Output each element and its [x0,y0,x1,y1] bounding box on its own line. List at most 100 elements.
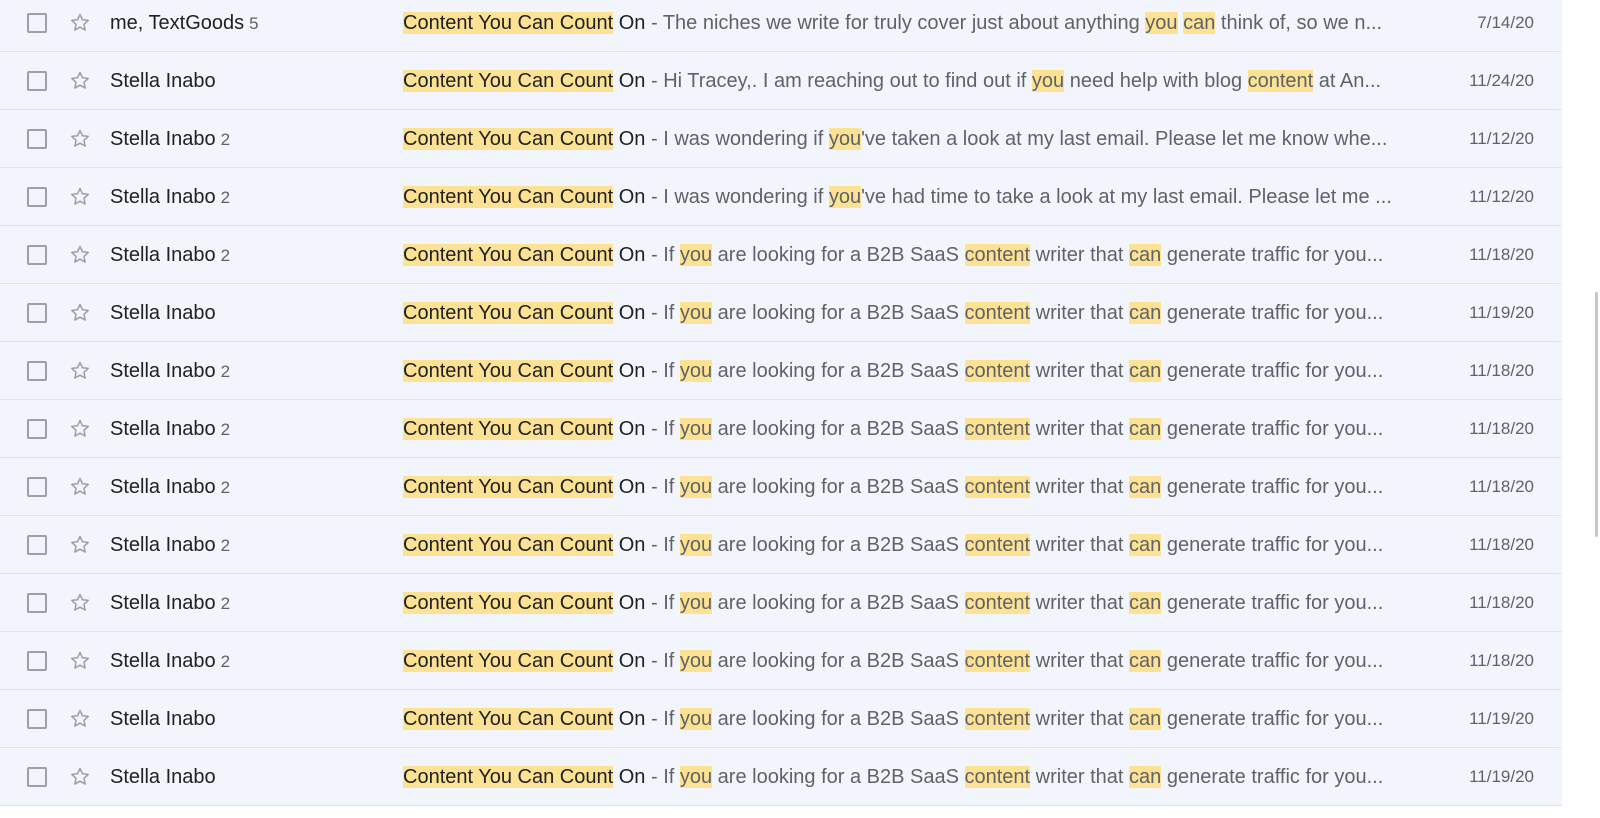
checkbox-icon[interactable] [27,534,47,555]
email-row[interactable]: Stella Inabo 2 Content You Can Count On - … [0,458,1562,516]
subject-separator: - [645,12,663,34]
snippet-text: are looking for a B2B SaaS [712,302,965,324]
snippet-text: 've taken a look at my last email. Pleas… [861,128,1388,150]
snippet-text: are looking for a B2B SaaS [712,418,965,440]
thread-count: 2 [220,130,231,149]
email-row[interactable]: Stella Inabo Content You Can Count On - H… [0,52,1562,110]
snippet-text: writer that [1030,766,1130,788]
checkbox-icon[interactable] [27,708,47,729]
star-icon[interactable] [68,243,92,267]
snippet-text: If [663,766,680,788]
snippet-text: writer that [1030,592,1130,614]
email-row[interactable]: Stella Inabo Content You Can Count On - I… [0,748,1562,806]
subject-separator: - [645,766,664,788]
sender-label: Stella Inabo [110,708,216,730]
email-row[interactable]: Stella Inabo 2 Content You Can Count On - … [0,342,1562,400]
checkbox-icon[interactable] [27,70,47,91]
star-icon[interactable] [68,533,92,557]
thread-count: 2 [220,188,231,207]
star-icon[interactable] [68,127,92,151]
star-icon[interactable] [68,591,92,615]
snippet-text: generate traffic for you... [1161,244,1384,266]
subject-text: On [613,360,646,382]
subject-text: On [613,244,646,266]
star-icon[interactable] [68,765,92,789]
email-row[interactable]: Stella Inabo 2 Content You Can Count On - … [0,226,1562,284]
checkbox-icon[interactable] [27,186,47,207]
snippet-text: writer that [1030,418,1130,440]
email-date: 11/19/20 [1469,303,1534,322]
email-content: Content You Can Count On - If you are lo… [403,458,1428,516]
snippet-highlight: you [828,128,862,150]
snippet-highlight: can [1129,592,1162,614]
star-icon[interactable] [68,11,92,35]
snippet-text: writer that [1030,650,1130,672]
snippet-text: If [663,708,680,730]
email-row[interactable]: me, TextGoods 5 Content You Can Count On -… [0,0,1562,52]
star-icon[interactable] [68,649,92,673]
email-date: 11/18/20 [1469,593,1534,612]
email-content: Content You Can Count On - If you are lo… [403,632,1428,690]
star-icon[interactable] [68,185,92,209]
star-icon[interactable] [68,417,92,441]
email-content: Content You Can Count On - If you are lo… [403,400,1428,458]
sender-label: Stella Inabo [110,650,216,672]
snippet-highlight: can [1129,766,1162,788]
scrollbar-thumb[interactable] [1595,292,1598,537]
email-row[interactable]: Stella Inabo 2 Content You Can Count On - … [0,574,1562,632]
snippet-highlight: can [1129,708,1162,730]
snippet-text: I was wondering if [663,186,829,208]
sender-name: Stella Inabo 2 [110,400,230,458]
email-row[interactable]: Stella Inabo 2 Content You Can Count On - … [0,632,1562,690]
checkbox-icon[interactable] [27,650,47,671]
subject-text: On [613,534,646,556]
star-icon[interactable] [68,69,92,93]
checkbox-icon[interactable] [27,302,47,323]
email-date: 11/12/20 [1469,129,1534,148]
snippet-text: generate traffic for you... [1161,302,1384,324]
snippet-text: writer that [1030,244,1130,266]
email-list: me, TextGoods 5 Content You Can Count On -… [0,0,1562,818]
email-row[interactable]: Stella Inabo 2 Content You Can Count On - … [0,168,1562,226]
checkbox-icon[interactable] [27,476,47,497]
snippet-text: writer that [1030,534,1130,556]
email-row[interactable]: Stella Inabo Content You Can Count On - I… [0,690,1562,748]
snippet-text: are looking for a B2B SaaS [712,244,965,266]
snippet-highlight: content [964,534,1031,556]
checkbox-icon[interactable] [27,360,47,381]
snippet-highlight: content [964,360,1031,382]
snippet-text: are looking for a B2B SaaS [712,708,965,730]
thread-count: 5 [249,14,259,33]
subject-separator: - [645,244,664,266]
checkbox-icon[interactable] [27,592,47,613]
checkbox-icon[interactable] [27,12,47,33]
email-row[interactable]: Stella Inabo Content You Can Count On - I… [0,284,1562,342]
checkbox-icon[interactable] [27,128,47,149]
email-row[interactable]: Stella Inabo 2 Content You Can Count On - … [0,516,1562,574]
snippet-highlight: you [679,302,713,324]
subject-separator: - [645,128,664,150]
checkbox-icon[interactable] [27,766,47,787]
email-date: 11/24/20 [1469,71,1534,90]
star-icon[interactable] [68,301,92,325]
star-icon[interactable] [68,475,92,499]
sender-label: Stella Inabo [110,476,216,498]
email-row[interactable]: Stella Inabo 2 Content You Can Count On - … [0,400,1562,458]
snippet-highlight: you [679,592,713,614]
snippet-text: If [663,534,680,556]
checkbox-icon[interactable] [27,418,47,439]
subject-highlight: Content You Can Count [403,650,614,672]
snippet-text: generate traffic for you... [1161,650,1384,672]
star-icon[interactable] [68,707,92,731]
snippet-highlight: you [1145,12,1178,34]
snippet-text: If [663,592,680,614]
snippet-text: are looking for a B2B SaaS [712,476,965,498]
checkbox-icon[interactable] [27,244,47,265]
email-row[interactable]: Stella Inabo 2 Content You Can Count On - … [0,110,1562,168]
sender-name: Stella Inabo [110,284,216,342]
star-icon[interactable] [68,359,92,383]
snippet-highlight: can [1129,534,1162,556]
email-date: 11/19/20 [1469,767,1534,786]
snippet-highlight: you [679,534,713,556]
sender-name: Stella Inabo [110,690,216,748]
